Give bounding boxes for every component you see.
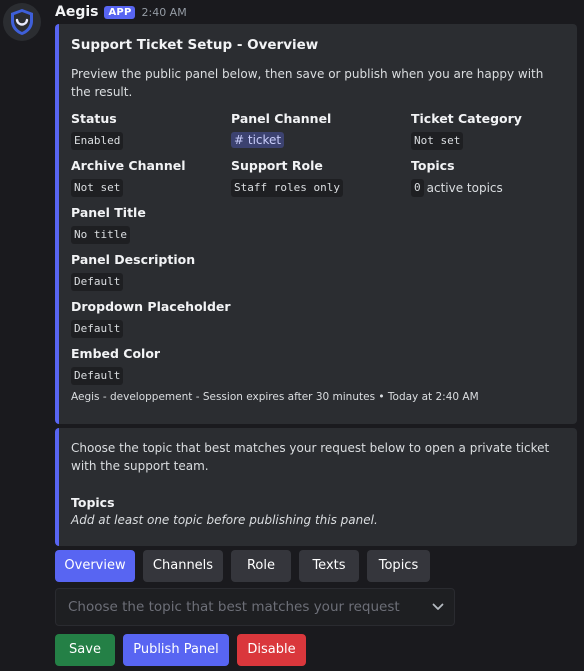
tab-overview[interactable]: Overview: [55, 550, 135, 582]
bot-message: Aegis APP 2:40 AM Support Ticket Setup -…: [55, 0, 577, 666]
field-value: Enabled: [71, 132, 124, 150]
field-value: Not set: [71, 179, 124, 197]
tab-texts[interactable]: Texts: [299, 550, 359, 582]
field-name: Embed Color: [71, 346, 161, 361]
field-value: Staff roles only: [231, 179, 343, 197]
field-ticket-category: Ticket Category Not set: [411, 111, 522, 150]
tab-topics[interactable]: Topics: [367, 550, 430, 582]
topics-suffix: active topics: [426, 181, 503, 195]
field-name: Support Role: [231, 158, 323, 173]
save-button[interactable]: Save: [55, 634, 115, 666]
field-name: Archive Channel: [71, 158, 186, 173]
field-support-role: Support Role Staff roles only: [231, 158, 343, 197]
hash-icon: #: [234, 133, 248, 147]
panel-preview-embed: Choose the topic that best matches your …: [55, 428, 577, 546]
preview-description: Choose the topic that best matches your …: [71, 441, 550, 473]
field-embed-color: Embed Color Default: [71, 346, 160, 385]
tab-channels[interactable]: Channels: [143, 550, 223, 582]
field-dropdown-placeholder: Dropdown Placeholder Default: [71, 299, 231, 338]
app-badge: APP: [104, 5, 136, 19]
field-panel-description: Panel Description Default: [71, 252, 195, 291]
preview-field-name: Topics: [71, 495, 115, 510]
field-name: Dropdown Placeholder: [71, 299, 231, 314]
channel-mention[interactable]: # ticket: [231, 132, 285, 148]
field-name: Panel Description: [71, 252, 196, 267]
message-header: Aegis APP 2:40 AM: [55, 0, 577, 24]
field-status: Status Enabled: [71, 111, 124, 150]
chevron-down-icon: [432, 603, 444, 610]
field-name: Status: [71, 111, 117, 126]
field-value: No title: [71, 226, 130, 244]
field-topics: Topics 0 active topics: [411, 158, 503, 197]
field-name: Panel Channel: [231, 111, 332, 126]
message-timestamp: 2:40 AM: [141, 5, 187, 19]
shield-icon: [11, 9, 33, 35]
tab-role[interactable]: Role: [231, 550, 291, 582]
select-placeholder: Choose the topic that best matches your …: [68, 599, 400, 615]
field-name: Ticket Category: [411, 111, 522, 126]
field-archive-channel: Archive Channel Not set: [71, 158, 185, 197]
field-value: Not set: [411, 132, 464, 150]
bot-avatar[interactable]: [3, 3, 41, 41]
field-value: Default: [71, 273, 124, 291]
publish-panel-button[interactable]: Publish Panel: [123, 634, 229, 666]
field-name: Topics: [411, 158, 455, 173]
field-panel-title: Panel Title No title: [71, 205, 146, 244]
author-name[interactable]: Aegis: [55, 4, 98, 20]
field-value: Default: [71, 367, 124, 385]
preview-field-value: Add at least one topic before publishing…: [71, 513, 378, 527]
field-panel-channel: Panel Channel # ticket: [231, 111, 331, 148]
overview-embed: Support Ticket Setup - Overview Preview …: [55, 24, 577, 424]
embed-description: Preview the public panel below, then sav…: [71, 67, 544, 99]
topic-select[interactable]: Choose the topic that best matches your …: [55, 588, 455, 626]
embed-title: Support Ticket Setup - Overview: [71, 37, 319, 53]
topics-count: 0: [411, 179, 424, 197]
embed-footer: Aegis - developpement - Session expires …: [71, 391, 479, 403]
field-name: Panel Title: [71, 205, 146, 220]
field-value: Default: [71, 320, 124, 338]
disable-button[interactable]: Disable: [237, 634, 306, 666]
